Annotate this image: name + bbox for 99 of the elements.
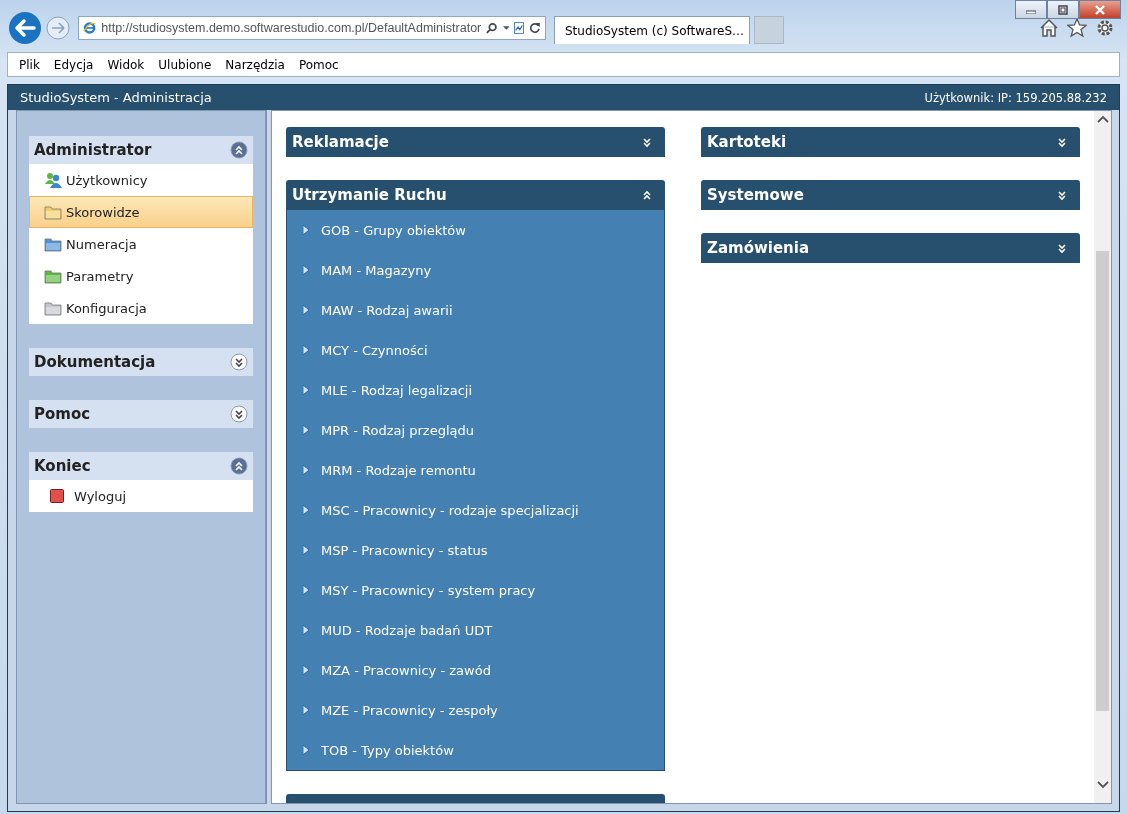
section-header[interactable]: Kartoteki	[701, 127, 1080, 157]
section-link[interactable]: GOB - Grupy obiektów	[287, 210, 664, 250]
browser-tab[interactable]: StudioSystem (c) SoftwareS…	[554, 16, 750, 44]
sidebar-item-label: Numeracja	[66, 236, 137, 252]
panel-header[interactable]: Administrator	[29, 136, 253, 164]
expand-icon[interactable]	[1056, 135, 1068, 149]
section-link[interactable]: MZA - Pracownicy - zawód	[287, 650, 664, 690]
address-bar[interactable]: http://studiosystem.demo.softwarestudio.com.pl/DefaultAdministrator	[78, 16, 546, 40]
sidebar-item[interactable]: Użytkownicy	[29, 164, 253, 196]
section-link[interactable]: MAM - Magazyny	[287, 250, 664, 290]
expand-icon[interactable]	[230, 353, 248, 371]
sidebar-item-label: Skorowidze	[66, 204, 140, 220]
menu-item[interactable]: Narzędzia	[218, 57, 292, 72]
caret-icon[interactable]	[502, 24, 510, 32]
back-button[interactable]	[8, 11, 42, 45]
section-link[interactable]: MSC - Pracownicy - rodzaje specjalizacji	[287, 490, 664, 530]
panel-title: Administrator	[34, 141, 153, 159]
panel-title: Dokumentacja	[34, 353, 157, 371]
menu-item[interactable]: Pomoc	[291, 57, 346, 72]
sidebar-item-label: Wyloguj	[74, 488, 126, 504]
search-icon[interactable]	[486, 21, 498, 35]
triangle-bullet-icon	[303, 665, 309, 675]
section-link[interactable]: MAW - Rodzaj awarii	[287, 290, 664, 330]
section-title: Systemowe	[707, 186, 805, 204]
settings-icon[interactable]	[1095, 18, 1115, 38]
folder-icon	[44, 268, 62, 284]
triangle-bullet-icon	[303, 225, 309, 235]
close-window-button[interactable]	[1079, 0, 1121, 19]
triangle-bullet-icon	[303, 425, 309, 435]
address-text: http://studiosystem.demo.softwarestudio.com.pl/DefaultAdministrator	[101, 21, 482, 35]
sidebar-item-label: Użytkownicy	[66, 172, 148, 188]
section-title: Zamówienia	[707, 239, 811, 257]
collapse-icon[interactable]	[230, 457, 248, 475]
section-link[interactable]: TOB - Typy obiektów	[287, 730, 664, 770]
section-link[interactable]: MZE - Pracownicy - zespoły	[287, 690, 664, 730]
star-icon[interactable]	[1067, 18, 1087, 38]
browser-logo-icon	[83, 20, 97, 36]
menu-item[interactable]: Plik	[12, 57, 47, 72]
section-link[interactable]: MCY - Czynności	[287, 330, 664, 370]
section-link[interactable]: MLE - Rodzaj legalizacji	[287, 370, 664, 410]
expand-icon[interactable]	[641, 135, 653, 149]
maximize-button[interactable]	[1047, 0, 1079, 19]
expand-icon[interactable]	[1056, 241, 1068, 255]
triangle-bullet-icon	[303, 745, 309, 755]
refresh-icon[interactable]	[529, 21, 541, 35]
collapse-icon[interactable]	[230, 141, 248, 159]
section-link[interactable]: MPR - Rodzaj przeglądu	[287, 410, 664, 450]
section-link[interactable]: MSP - Pracownicy - status	[287, 530, 664, 570]
scroll-down-icon[interactable]	[1096, 781, 1109, 789]
sidebar-item[interactable]: Wyloguj	[29, 480, 253, 512]
triangle-bullet-icon	[303, 385, 309, 395]
panel-title: Pomoc	[34, 405, 92, 423]
sidebar-item[interactable]: Skorowidze	[29, 196, 253, 228]
section-title: Utrzymanie Ruchu	[292, 186, 448, 204]
scroll-up-icon[interactable]	[1096, 115, 1109, 123]
section-header[interactable]: Utrzymanie Ruchu	[286, 180, 665, 210]
folder-icon	[44, 236, 62, 252]
home-icon[interactable]	[1039, 18, 1059, 38]
triangle-bullet-icon	[303, 585, 309, 595]
section-title: Reklamacje	[292, 133, 390, 151]
users-icon	[44, 172, 62, 188]
app-title: StudioSystem - Administracja	[20, 90, 212, 105]
triangle-bullet-icon	[303, 545, 309, 555]
triangle-bullet-icon	[303, 305, 309, 315]
panel-header[interactable]: Koniec	[29, 452, 253, 480]
menu-item[interactable]: Widok	[100, 57, 152, 72]
section-header[interactable]: Systemowe	[701, 180, 1080, 210]
sidebar-item-label: Parametry	[66, 268, 134, 284]
triangle-bullet-icon	[303, 465, 309, 475]
sidebar-item[interactable]: Parametry	[29, 260, 253, 292]
collapse-icon[interactable]	[641, 188, 653, 202]
panel-title: Koniec	[34, 457, 92, 475]
section-header[interactable]: Zamówienia	[701, 233, 1080, 263]
maximize-icon	[1058, 4, 1068, 15]
section-header[interactable]: Reklamacje	[286, 127, 665, 157]
section-link[interactable]: MUD - Rodzaje badań UDT	[287, 610, 664, 650]
minimize-button[interactable]	[1015, 0, 1047, 19]
triangle-bullet-icon	[303, 505, 309, 515]
triangle-bullet-icon	[303, 265, 309, 275]
section-title: Kartoteki	[707, 133, 788, 151]
triangle-bullet-icon	[303, 625, 309, 635]
sidebar-item[interactable]: Konfiguracja	[29, 292, 253, 324]
sidebar-item[interactable]: Numeracja	[29, 228, 253, 260]
folder-icon	[44, 300, 62, 316]
user-info: Użytkownik: IP: 159.205.88.232	[924, 90, 1107, 105]
menu-item[interactable]: Edycja	[46, 57, 101, 72]
section-link[interactable]: MSY - Pracownicy - system pracy	[287, 570, 664, 610]
close-icon	[1094, 4, 1106, 15]
folder-icon	[44, 204, 62, 220]
page-icon[interactable]	[514, 21, 525, 35]
menu-item[interactable]: Ulubione	[151, 57, 219, 72]
sidebar-item-label: Konfiguracja	[66, 300, 147, 316]
expand-icon[interactable]	[230, 405, 248, 423]
triangle-bullet-icon	[303, 345, 309, 355]
triangle-bullet-icon	[303, 705, 309, 715]
expand-icon[interactable]	[1056, 188, 1068, 202]
panel-header[interactable]: Dokumentacja	[29, 348, 253, 376]
section-link[interactable]: MRM - Rodzaje remontu	[287, 450, 664, 490]
panel-header[interactable]: Pomoc	[29, 400, 253, 428]
